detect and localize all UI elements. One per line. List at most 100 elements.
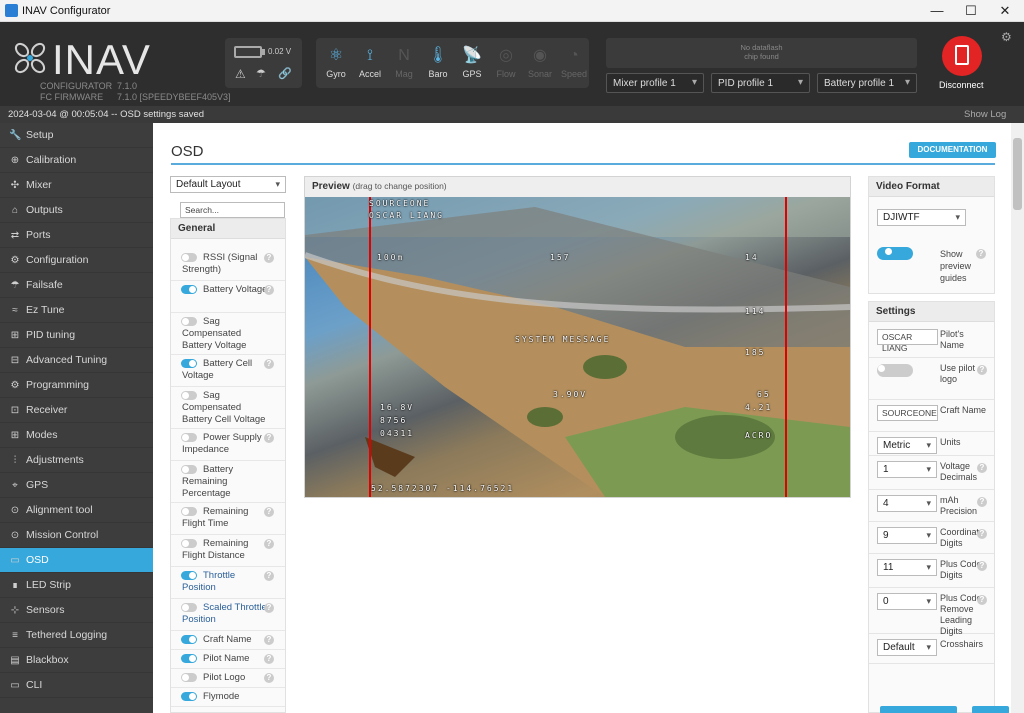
receiver-icon: ⊡: [10, 405, 20, 416]
element-label: Remaining Flight Time: [182, 506, 249, 529]
video-format-select[interactable]: DJIWTF: [877, 209, 966, 226]
pilot-s-name-input[interactable]: OSCAR LIANG: [877, 329, 938, 353]
sidebar-item-label: PID tuning: [26, 329, 76, 341]
osd-altitude[interactable]: 100m: [377, 253, 404, 262]
sidebar-item-label: Failsafe: [26, 279, 63, 291]
help-icon[interactable]: ?: [264, 635, 274, 645]
minimize-button[interactable]: —: [920, 0, 954, 22]
sidebar-item-blackbox[interactable]: ▤ Blackbox: [0, 648, 153, 673]
osd-current[interactable]: 4.21: [745, 403, 772, 412]
pid-profile-select[interactable]: PID profile 1: [711, 73, 810, 93]
sidebar-item-gps[interactable]: ⌖ GPS: [0, 473, 153, 498]
maximize-button[interactable]: ☐: [954, 0, 988, 22]
disconnect-button[interactable]: [942, 36, 982, 76]
osd-heading[interactable]: 185: [745, 348, 765, 357]
fpv-scene-image: [305, 197, 850, 497]
sidebar-item-label: Ez Tune: [26, 304, 65, 316]
osd-battery-voltage[interactable]: 16.8V: [380, 403, 414, 412]
help-icon[interactable]: ?: [264, 603, 274, 613]
coordinate-digits-select[interactable]: 9: [877, 527, 937, 544]
help-icon[interactable]: ?: [977, 529, 987, 539]
sidebar-item-setup[interactable]: 🔧 Setup: [0, 123, 153, 148]
help-icon[interactable]: ?: [264, 253, 274, 263]
crosshairs-select[interactable]: Default: [877, 639, 937, 656]
sidebar-item-led-strip[interactable]: ∎ LED Strip: [0, 573, 153, 598]
help-icon[interactable]: ?: [976, 249, 986, 259]
app-icon: [5, 4, 18, 17]
osd-65[interactable]: 65: [757, 390, 771, 399]
osd-flymode[interactable]: ACRO: [745, 431, 772, 440]
sidebar-item-pid-tuning[interactable]: ⊞ PID tuning: [0, 323, 153, 348]
osd-gps-coordinates[interactable]: 52.5872307 -114.76521: [371, 484, 514, 493]
sidebar-item-mixer[interactable]: ✣ Mixer: [0, 173, 153, 198]
osd-system-message[interactable]: SYSTEM MESSAGE: [515, 335, 610, 344]
sidebar-item-mission-control[interactable]: ⊙ Mission Control: [0, 523, 153, 548]
osd-preview-video[interactable]: SOURCEONE OSCAR LIANG 100m 157 14 114 SY…: [305, 197, 850, 497]
help-icon[interactable]: ?: [977, 497, 987, 507]
osd-mah-drawn[interactable]: 8756: [380, 416, 407, 425]
osd-home-distance[interactable]: 157: [550, 253, 570, 262]
help-icon[interactable]: ?: [977, 595, 987, 605]
programming-icon: ⚙: [10, 380, 20, 391]
setting-label: Pilot's Name: [940, 329, 965, 350]
sidebar-item-sensors[interactable]: ⊹ Sensors: [0, 598, 153, 623]
sidebar-item-osd[interactable]: ▭ OSD: [0, 548, 153, 573]
settings-gear-icon[interactable]: ⚙: [1001, 30, 1012, 44]
osd-satellites[interactable]: 14: [745, 253, 759, 262]
close-button[interactable]: ✕: [988, 0, 1022, 22]
sidebar-item-adjustments[interactable]: ⫶ Adjustments: [0, 448, 153, 473]
help-icon[interactable]: ?: [977, 463, 987, 473]
sidebar-item-advanced-tuning[interactable]: ⊟ Advanced Tuning: [0, 348, 153, 373]
sidebar-item-configuration[interactable]: ⚙ Configuration: [0, 248, 153, 273]
search-input[interactable]: Search...: [180, 202, 285, 218]
sidebar-item-calibration[interactable]: ⊕ Calibration: [0, 148, 153, 173]
battery-profile-select[interactable]: Battery profile 1: [817, 73, 917, 93]
help-icon[interactable]: ?: [264, 654, 274, 664]
sidebar-item-receiver[interactable]: ⊡ Receiver: [0, 398, 153, 423]
craft-name-input[interactable]: SOURCEONE: [877, 405, 938, 421]
sidebar-item-alignment-tool[interactable]: ⊙ Alignment tool: [0, 498, 153, 523]
scrollbar-thumb[interactable]: [1013, 138, 1022, 210]
help-icon[interactable]: ?: [264, 507, 274, 517]
mixer-profile-select[interactable]: Mixer profile 1: [606, 73, 704, 93]
documentation-button[interactable]: DOCUMENTATION: [909, 142, 996, 158]
sidebar-item-ez-tune[interactable]: ≈ Ez Tune: [0, 298, 153, 323]
voltage-decimals-select[interactable]: 1: [877, 461, 937, 478]
sidebar-item-outputs[interactable]: ⌂ Outputs: [0, 198, 153, 223]
plus-code-digits-select[interactable]: 11: [877, 559, 937, 576]
sidebar-item-modes[interactable]: ⊞ Modes: [0, 423, 153, 448]
osd-cell-voltage[interactable]: 3.90V: [553, 390, 587, 399]
osd-pilot-name[interactable]: OSCAR LIANG: [369, 211, 444, 220]
disconnect-label[interactable]: Disconnect: [939, 80, 984, 90]
units-select[interactable]: Metric: [877, 437, 937, 454]
show-guides-toggle[interactable]: [877, 247, 913, 260]
help-icon[interactable]: ?: [264, 285, 274, 295]
sonar-icon: ◉: [533, 47, 547, 64]
help-icon[interactable]: ?: [264, 539, 274, 549]
help-icon[interactable]: ?: [977, 561, 987, 571]
sidebar-item-label: Mission Control: [26, 529, 99, 541]
osd-craft-name[interactable]: SOURCEONE: [369, 199, 430, 208]
sensors-icon: ⊹: [10, 605, 20, 616]
sidebar-item-tethered-logging[interactable]: ≡ Tethered Logging: [0, 623, 153, 648]
sidebar-item-label: Adjustments: [26, 454, 84, 466]
sidebar-item-failsafe[interactable]: ☂ Failsafe: [0, 273, 153, 298]
osd-throttle[interactable]: 04311: [380, 429, 414, 438]
use-pilot-logo-toggle[interactable]: [877, 364, 913, 377]
mah-precision-select[interactable]: 4: [877, 495, 937, 512]
help-icon[interactable]: ?: [264, 433, 274, 443]
help-icon[interactable]: ?: [264, 571, 274, 581]
plus-code-remove-leading-digits-select[interactable]: 0: [877, 593, 937, 610]
help-icon[interactable]: ?: [977, 365, 987, 375]
reset-button[interactable]: [972, 706, 1009, 713]
help-icon[interactable]: ?: [264, 673, 274, 683]
save-button[interactable]: [880, 706, 957, 713]
sidebar-item-programming[interactable]: ⚙ Programming: [0, 373, 153, 398]
osd-speed[interactable]: 114: [745, 307, 765, 316]
sidebar-item-ports[interactable]: ⇄ Ports: [0, 223, 153, 248]
show-log-link[interactable]: Show Log: [964, 109, 1006, 120]
help-icon[interactable]: ?: [264, 359, 274, 369]
layout-select[interactable]: Default Layout: [170, 176, 286, 193]
scrollbar[interactable]: [1011, 123, 1024, 713]
sidebar-item-cli[interactable]: ▭ CLI: [0, 673, 153, 698]
